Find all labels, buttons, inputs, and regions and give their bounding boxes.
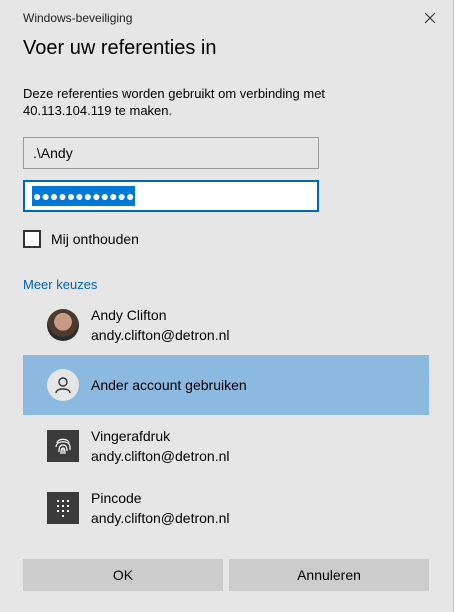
person-icon [47,369,79,401]
cancel-button[interactable]: Annuleren [229,559,429,591]
pin-keypad-icon [47,492,79,524]
more-choices-link[interactable]: Meer keuzes [23,277,97,292]
checkbox-box[interactable] [23,230,41,248]
ok-button[interactable]: OK [23,559,223,591]
fingerprint-icon [47,430,79,462]
close-button[interactable] [413,4,447,32]
credentials-dialog: Windows-beveiliging Voer uw referenties … [0,0,454,612]
option-name: Pincode [91,490,142,506]
account-option-pin[interactable]: Pincode andy.clifton@detron.nl [23,480,429,540]
option-email: andy.clifton@detron.nl [91,510,230,526]
dialog-description: Deze referenties worden gebruikt om verb… [23,86,326,118]
dialog-heading: Voer uw referenties in [23,37,217,59]
close-icon [424,12,436,24]
user-photo-icon [47,309,79,341]
remember-me-label: Mij onthouden [51,231,139,247]
option-email: andy.clifton@detron.nl [91,448,230,464]
option-email: andy.clifton@detron.nl [91,327,230,343]
account-option-fingerprint[interactable]: Vingerafdruk andy.clifton@detron.nl [23,418,429,478]
username-field[interactable]: .\Andy [23,137,319,169]
account-option-andy[interactable]: Andy Clifton andy.clifton@detron.nl [23,295,429,355]
option-name: Vingerafdruk [91,428,171,444]
option-name: Andy Clifton [91,307,167,323]
account-option-other[interactable]: Ander account gebruiken [23,355,429,415]
username-value: .\Andy [33,145,73,161]
option-name: Ander account gebruiken [91,377,247,393]
password-field[interactable]: ●●●●●●●●●●●● [23,180,319,212]
window-title: Windows-beveiliging [23,11,133,25]
password-masked-value: ●●●●●●●●●●●● [32,186,136,206]
remember-me-checkbox[interactable]: Mij onthouden [23,230,139,248]
